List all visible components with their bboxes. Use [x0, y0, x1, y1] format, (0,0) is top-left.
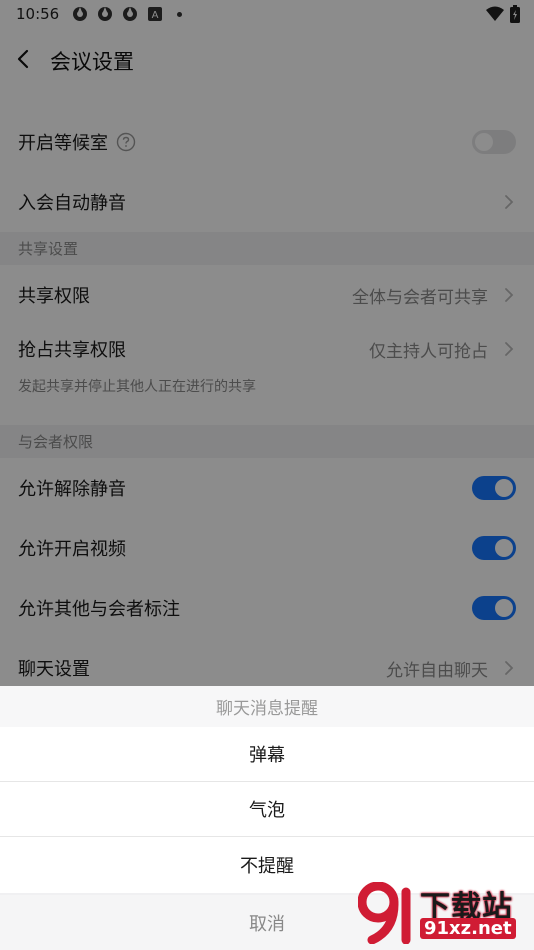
option-bubble[interactable]: 气泡: [0, 782, 534, 837]
option-danmaku[interactable]: 弹幕: [0, 727, 534, 782]
watermark-logo: 下载站 91xz.net: [358, 882, 528, 946]
sheet-title: 聊天消息提醒: [0, 686, 534, 727]
watermark-bottom-text: 91xz.net: [420, 918, 516, 939]
watermark-91-icon: [358, 882, 411, 944]
